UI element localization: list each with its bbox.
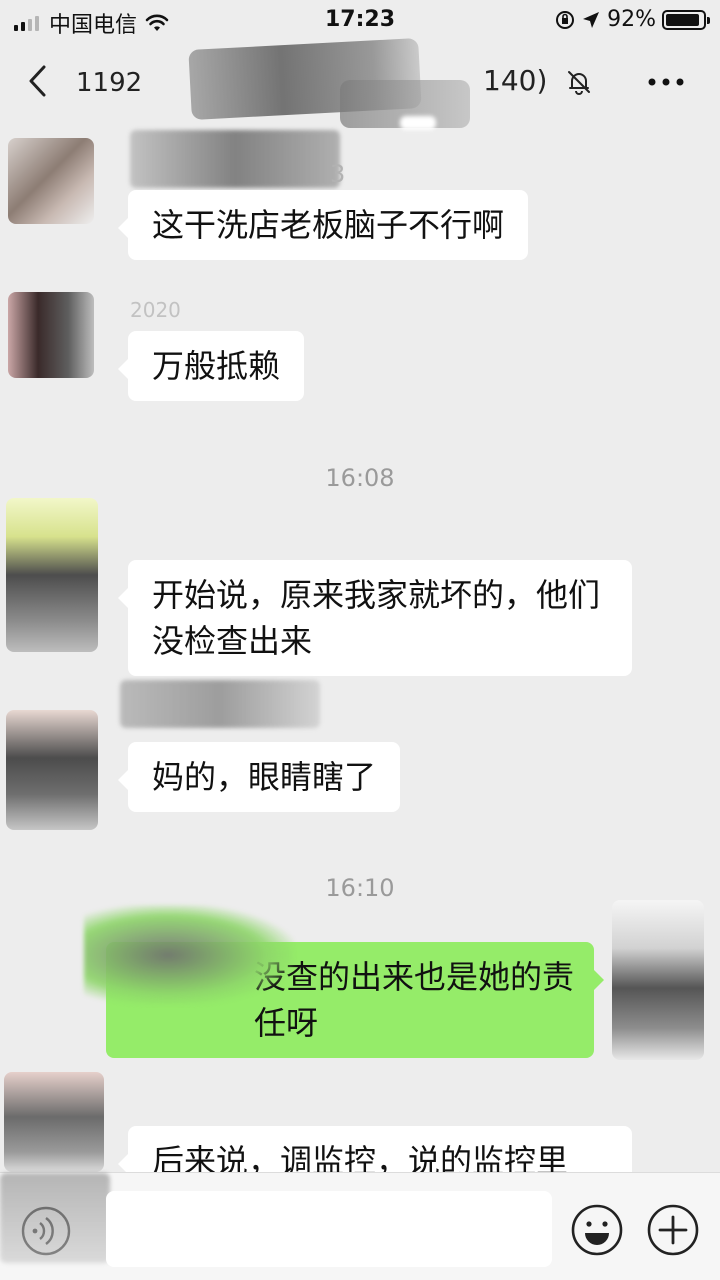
- emoji-icon[interactable]: [570, 1203, 624, 1257]
- message-bubble[interactable]: 开始说，原来我家就坏的，他们没检查出来: [118, 560, 632, 676]
- status-right: 92%: [555, 7, 710, 32]
- message-text: 开始说，原来我家就坏的，他们没检查出来: [152, 576, 601, 660]
- member-count: 140): [483, 64, 548, 97]
- sender-name-redaction: [120, 680, 320, 728]
- avatar[interactable]: [8, 138, 94, 224]
- orientation-lock-icon: [556, 10, 575, 29]
- battery-percent: 92%: [607, 7, 656, 32]
- nav-bar: 1192 140): [0, 38, 720, 128]
- time-divider: 16:08: [325, 464, 395, 492]
- message-bubble[interactable]: 后来说，调监控，说的监控里: [118, 1126, 632, 1172]
- message-input[interactable]: [106, 1191, 552, 1267]
- sender-name-redaction: [130, 130, 340, 188]
- plus-icon[interactable]: [646, 1203, 700, 1257]
- message-bubble[interactable]: 万般抵赖: [117, 331, 305, 401]
- avatar[interactable]: [6, 498, 98, 652]
- message-text: 这干洗店老板脑子不行啊: [152, 206, 505, 244]
- bell-off-icon: [568, 71, 590, 95]
- message-bubble[interactable]: 妈的，眼睛瞎了: [117, 742, 401, 812]
- message-bubble[interactable]: 这干洗店老板脑子不行啊: [117, 190, 529, 260]
- input-bar: [0, 1172, 720, 1280]
- message-bubble-clip: 后来说，调监控，说的监控里: [0, 1126, 720, 1172]
- time-divider: 16:10: [325, 874, 395, 902]
- avatar[interactable]: [6, 710, 98, 830]
- partial-bubble: [400, 116, 436, 130]
- message-text: 妈的，眼睛瞎了: [152, 758, 377, 796]
- sender-name-fragment: 2020: [130, 298, 181, 322]
- status-bar: 中国电信 17:23 92%: [0, 0, 720, 40]
- message-text: 后来说，调监控，说的监控里: [152, 1142, 569, 1172]
- mention-redaction: [84, 905, 294, 1005]
- battery-fill: [666, 13, 700, 26]
- more-dots-icon[interactable]: [648, 78, 684, 86]
- battery-icon: [662, 9, 710, 30]
- message-text: 万般抵赖: [152, 347, 281, 385]
- chevron-left-icon[interactable]: [26, 64, 48, 98]
- avatar[interactable]: [612, 900, 704, 1060]
- location-arrow-icon: [583, 11, 600, 28]
- chat-title: 1192: [76, 68, 143, 98]
- sender-name-fragment: 3: [330, 160, 346, 188]
- avatar-overlap: [0, 1173, 110, 1263]
- message-text: 没查的出来也是她的责任呀: [254, 958, 575, 1042]
- avatar[interactable]: [8, 292, 94, 378]
